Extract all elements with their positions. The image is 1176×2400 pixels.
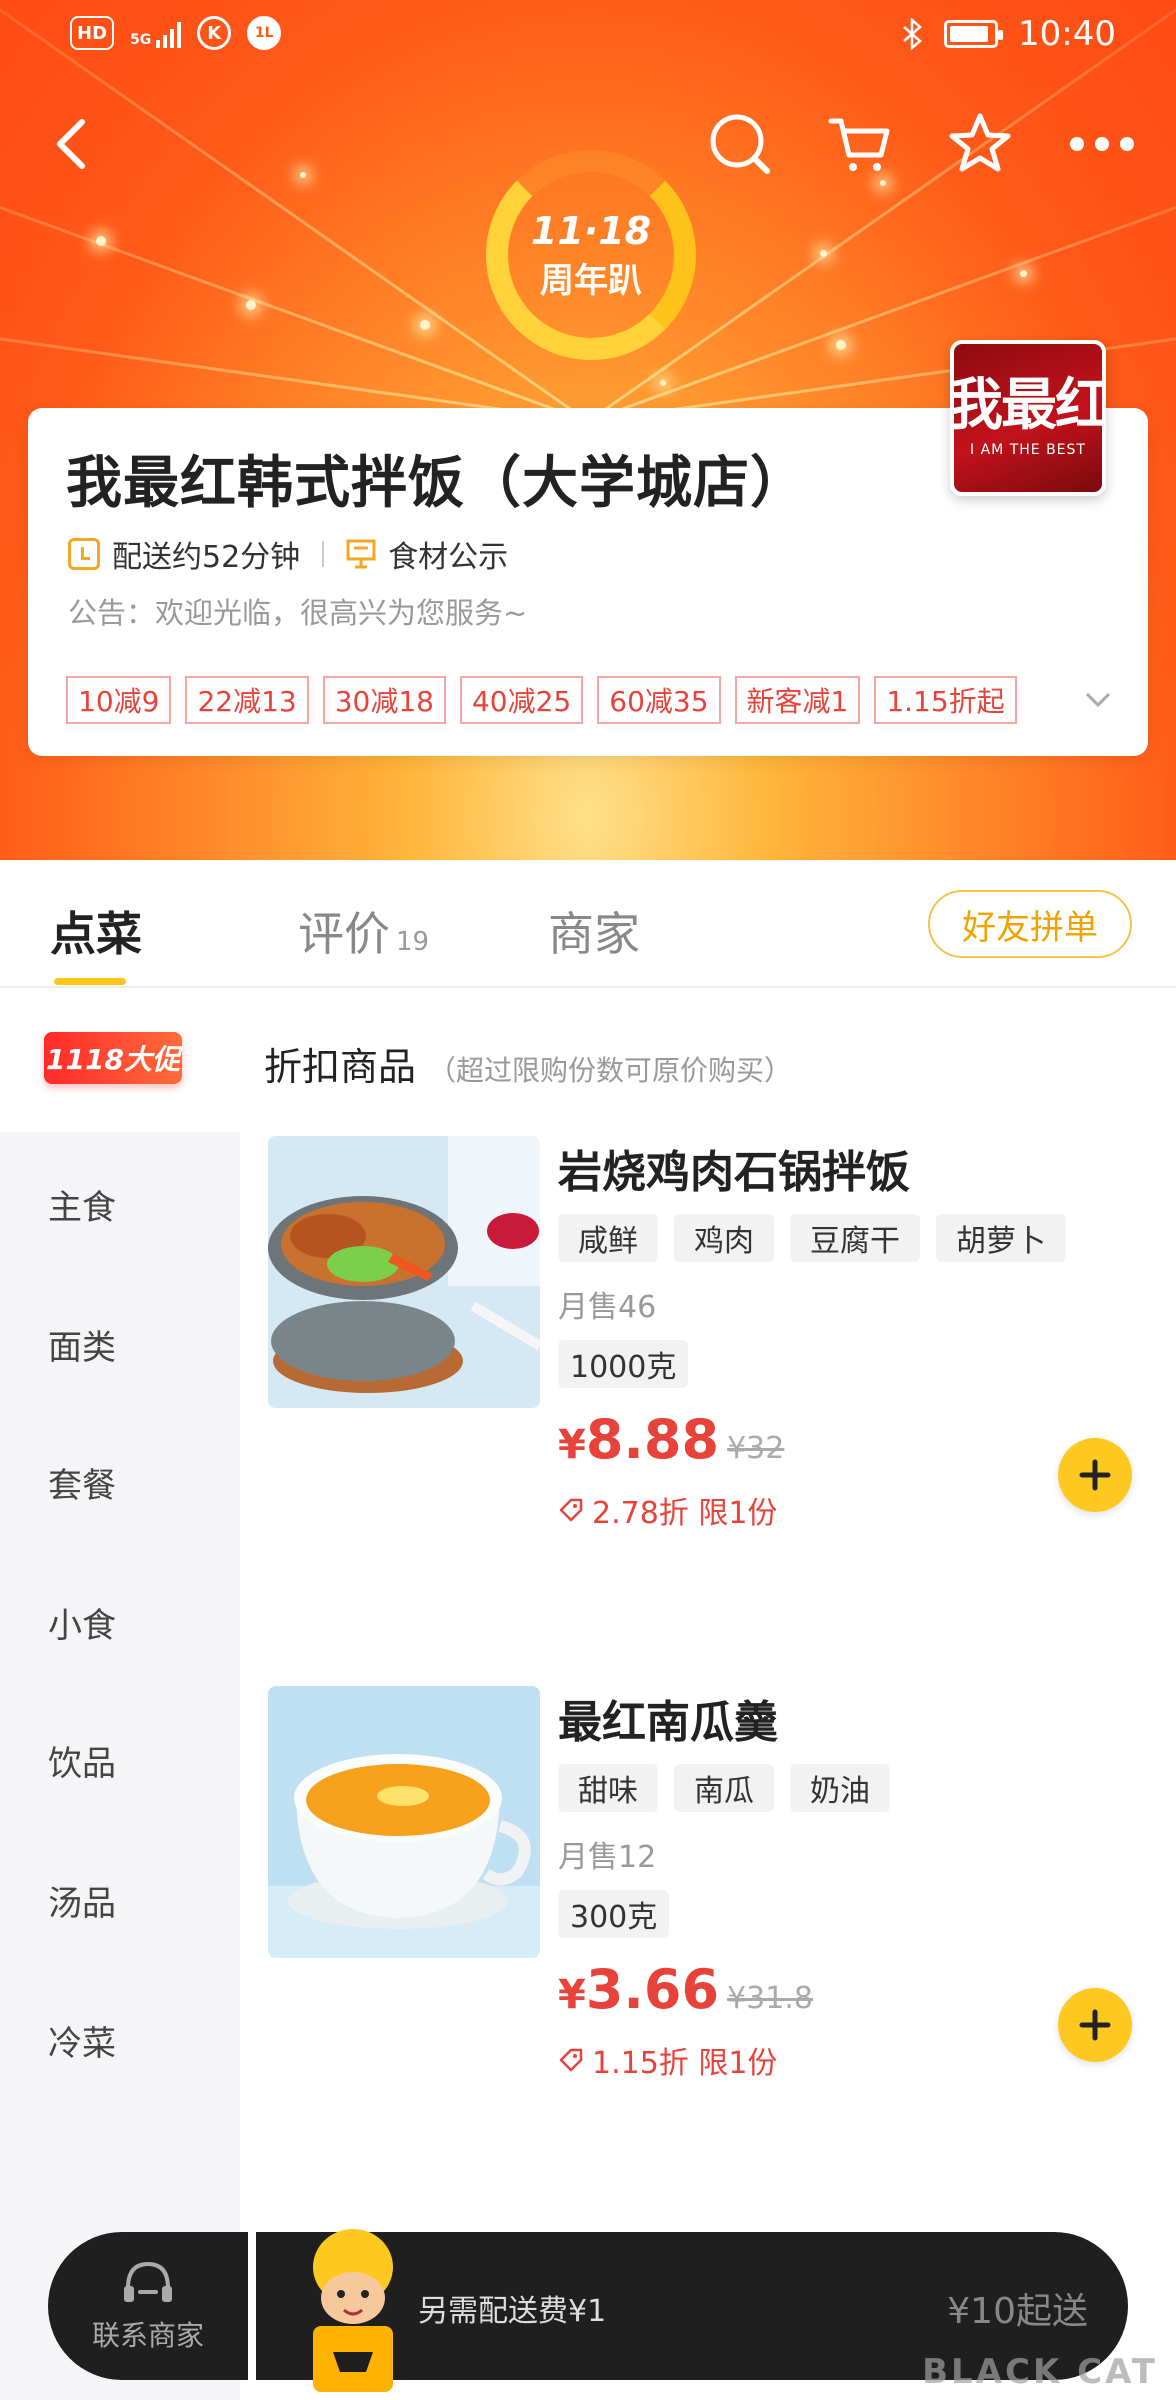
product-image[interactable] bbox=[268, 1686, 540, 1958]
battery-icon bbox=[944, 20, 1004, 48]
discount-tags[interactable]: 10减9 22减13 30减18 40减25 60减35 新客减1 1.15折起 bbox=[66, 676, 1017, 724]
group-order-button[interactable]: 好友拼单 bbox=[928, 890, 1132, 958]
section-title: 折扣商品 bbox=[264, 1045, 417, 1089]
product-spec: 300克 bbox=[558, 1890, 670, 1938]
discount-tag: 10减9 bbox=[66, 676, 172, 724]
sidebar-item-cold-dishes[interactable]: 冷菜 bbox=[48, 2016, 116, 2065]
discount-tag: 新客减1 bbox=[734, 676, 861, 724]
contact-merchant-button[interactable]: 联系商家 bbox=[48, 2232, 248, 2380]
original-price: ¥31.8 bbox=[727, 1981, 813, 2016]
anniversary-promo-logo: 11·18 周年趴 bbox=[486, 150, 696, 360]
tab-merchant[interactable]: 商家 bbox=[548, 898, 640, 964]
product-card[interactable]: 岩烧鸡肉石锅拌饭 咸鲜 鸡肉 豆腐干 胡萝卜 月售46 1000克 ¥8.88 ¥… bbox=[268, 1136, 1148, 1556]
delivery-fee-note: 另需配送费¥1 bbox=[418, 2294, 607, 2329]
discount-tag: 1.15折起 bbox=[874, 676, 1017, 724]
favorite-star-icon[interactable] bbox=[940, 104, 1020, 184]
add-to-cart-button[interactable] bbox=[1058, 1438, 1132, 1512]
add-to-cart-button[interactable] bbox=[1058, 1988, 1132, 2062]
product-image[interactable] bbox=[268, 1136, 540, 1408]
sidebar-item-noodles[interactable]: 面类 bbox=[48, 1320, 116, 1369]
k-app-icon: K bbox=[197, 16, 232, 50]
product-tag: 鸡肉 bbox=[674, 1214, 774, 1262]
clock: 10:40 bbox=[1018, 14, 1116, 54]
courier-mascot-icon bbox=[278, 2222, 428, 2392]
watermark-logo: BLACK CAT bbox=[922, 2352, 1158, 2392]
status-bar: HD 5G K 1L 10:40 bbox=[0, 0, 1176, 72]
chevron-down-icon[interactable] bbox=[1078, 680, 1118, 720]
sidebar-item-snacks[interactable]: 小食 bbox=[48, 1598, 116, 1647]
price-tag-icon bbox=[559, 2048, 583, 2072]
sidebar-item-combo[interactable]: 套餐 bbox=[48, 1458, 116, 1507]
ingredients-disclosure-link[interactable]: 食材公示 bbox=[388, 532, 508, 576]
product-tag: 胡萝卜 bbox=[936, 1214, 1066, 1262]
plus-icon bbox=[1079, 2009, 1111, 2041]
original-price: ¥32 bbox=[727, 1431, 785, 1466]
signal-icon: 5G bbox=[130, 18, 182, 48]
ingredients-icon bbox=[346, 539, 376, 569]
store-logo: 我最红 I AM THE BEST bbox=[950, 340, 1106, 496]
product-name: 最红南瓜羹 bbox=[558, 1697, 778, 1748]
active-tab-indicator bbox=[54, 978, 126, 985]
product-card[interactable]: 最红南瓜羹 甜味 南瓜 奶油 月售12 300克 ¥3.66 ¥31.8 1.15… bbox=[268, 1686, 1148, 2106]
notification-app-icon: 1L bbox=[247, 16, 282, 50]
monthly-sales: 月售12 bbox=[558, 1840, 657, 1875]
discount-section-header: 1118大促 折扣商品 （超过限购份数可原价购买） bbox=[0, 988, 1176, 1132]
store-notice: 公告：欢迎光临，很高兴为您服务~ bbox=[68, 596, 528, 630]
discount-tag: 30减18 bbox=[322, 676, 446, 724]
product-name: 岩烧鸡肉石锅拌饭 bbox=[558, 1147, 910, 1198]
headset-icon bbox=[124, 2261, 172, 2302]
discount-tag: 22减13 bbox=[185, 676, 309, 724]
search-icon[interactable] bbox=[700, 104, 780, 184]
product-price: ¥3.66 ¥31.8 bbox=[558, 1958, 813, 2021]
discount-tag: 60减35 bbox=[597, 676, 721, 724]
bluetooth-icon bbox=[903, 18, 922, 50]
product-tag: 南瓜 bbox=[674, 1764, 774, 1812]
sidebar-item-drinks[interactable]: 饮品 bbox=[48, 1736, 116, 1785]
product-tag: 奶油 bbox=[790, 1764, 890, 1812]
more-icon[interactable] bbox=[1062, 104, 1142, 184]
clock-icon bbox=[68, 538, 100, 570]
tab-order[interactable]: 点菜 bbox=[50, 898, 142, 964]
monthly-sales: 月售46 bbox=[558, 1290, 657, 1325]
category-sidebar: 主食 面类 套餐 小食 饮品 汤品 冷菜 bbox=[0, 1132, 240, 2400]
plus-icon bbox=[1079, 1459, 1111, 1491]
hd-icon: HD bbox=[70, 16, 115, 50]
store-page: HD 5G K 1L 10:40 11·18 周年趴 我最红韩式拌饭（大学城店）… bbox=[0, 0, 1176, 2400]
product-tag: 甜味 bbox=[558, 1764, 658, 1812]
back-icon[interactable] bbox=[32, 104, 112, 184]
sidebar-item-soups[interactable]: 汤品 bbox=[48, 1876, 116, 1925]
tab-reviews[interactable]: 评价 19 bbox=[298, 898, 429, 964]
cart-icon[interactable] bbox=[820, 104, 900, 184]
product-price: ¥8.88 ¥32 bbox=[558, 1408, 785, 1471]
section-subtitle: （超过限购份数可原价购买） bbox=[428, 1054, 793, 1087]
store-name: 我最红韩式拌饭（大学城店） bbox=[66, 451, 807, 516]
discount-tag: 40减25 bbox=[459, 676, 584, 724]
discount-info: 2.78折 限1份 bbox=[558, 1488, 777, 1532]
product-tag: 豆腐干 bbox=[790, 1214, 920, 1262]
sidebar-item-staple[interactable]: 主食 bbox=[48, 1180, 116, 1229]
store-tabs: 点菜 评价 19 商家 好友拼单 bbox=[0, 860, 1176, 988]
price-tag-icon bbox=[559, 1498, 583, 1522]
discount-info: 1.15折 限1份 bbox=[558, 2038, 777, 2082]
product-tag: 咸鲜 bbox=[558, 1214, 658, 1262]
delivery-time: 配送约52分钟 bbox=[112, 540, 301, 575]
product-spec: 1000克 bbox=[558, 1340, 689, 1388]
promo-badge: 1118大促 bbox=[44, 1032, 182, 1084]
